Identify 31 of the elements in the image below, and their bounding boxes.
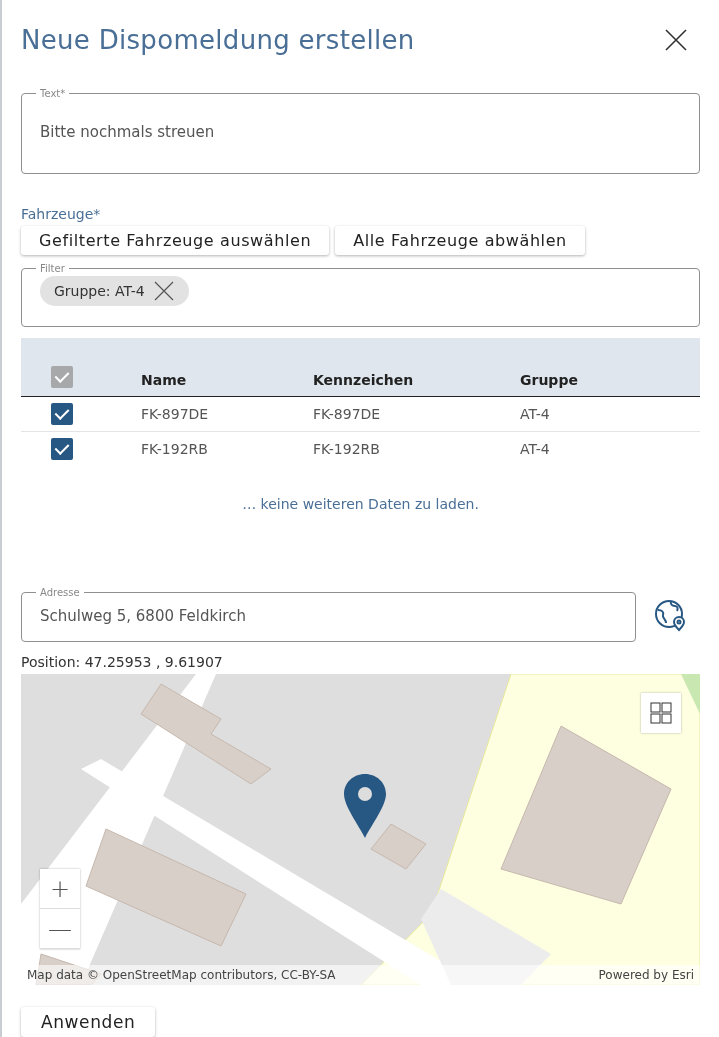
text-field[interactable]: Text* Bitte nochmals streuen: [21, 88, 700, 174]
position-text: Position: 47.25953 , 9.61907: [21, 654, 224, 670]
filter-field[interactable]: Filter Gruppe: AT-4: [21, 263, 700, 327]
close-button[interactable]: [664, 28, 688, 52]
zoom-in-button[interactable]: +: [40, 869, 80, 909]
table-cell-text: AT-4: [520, 441, 551, 457]
basemap-toggle-icon[interactable]: [641, 693, 681, 733]
zoom-out-button[interactable]: —: [40, 909, 80, 949]
table-cell-text: FK-897DE: [313, 406, 382, 422]
column-header: Kennzeichen: [313, 372, 415, 388]
no-more-data-text: … keine weiteren Daten zu laden.: [241, 496, 480, 512]
remove-icon[interactable]: [152, 280, 175, 302]
chip-label: Gruppe: AT-4: [54, 283, 145, 299]
vehicles-label: Fahrzeuge*: [21, 206, 102, 222]
table-cell-text: AT-4: [520, 406, 551, 422]
row-checkbox[interactable]: [51, 438, 73, 460]
select-button[interactable]: Alle Fahrzeuge abwählen: [335, 226, 585, 255]
globe-pin-icon[interactable]: [654, 597, 688, 632]
column-header: Gruppe: [520, 372, 579, 388]
dialog-title: Neue Dispomeldung erstellen: [21, 25, 415, 55]
address-field[interactable]: Adresse Schulweg 5, 6800 Feldkirch: [21, 587, 636, 642]
apply-button[interactable]: Anwenden: [21, 1007, 156, 1037]
row-checkbox[interactable]: [51, 403, 73, 425]
powered-by-text: Powered by Esri: [598, 968, 694, 982]
table-cell-text: FK-897DE: [141, 406, 210, 422]
map-marker-icon: [343, 774, 387, 838]
table-cell-text: FK-192RB: [313, 441, 381, 457]
table-cell-text: FK-192RB: [141, 441, 209, 457]
column-header: Name: [141, 372, 188, 388]
map-attribution: Map data © OpenStreetMap contributors, CC-BY-SA: [27, 968, 336, 982]
select-button[interactable]: Gefilterte Fahrzeuge auswählen: [21, 226, 330, 255]
